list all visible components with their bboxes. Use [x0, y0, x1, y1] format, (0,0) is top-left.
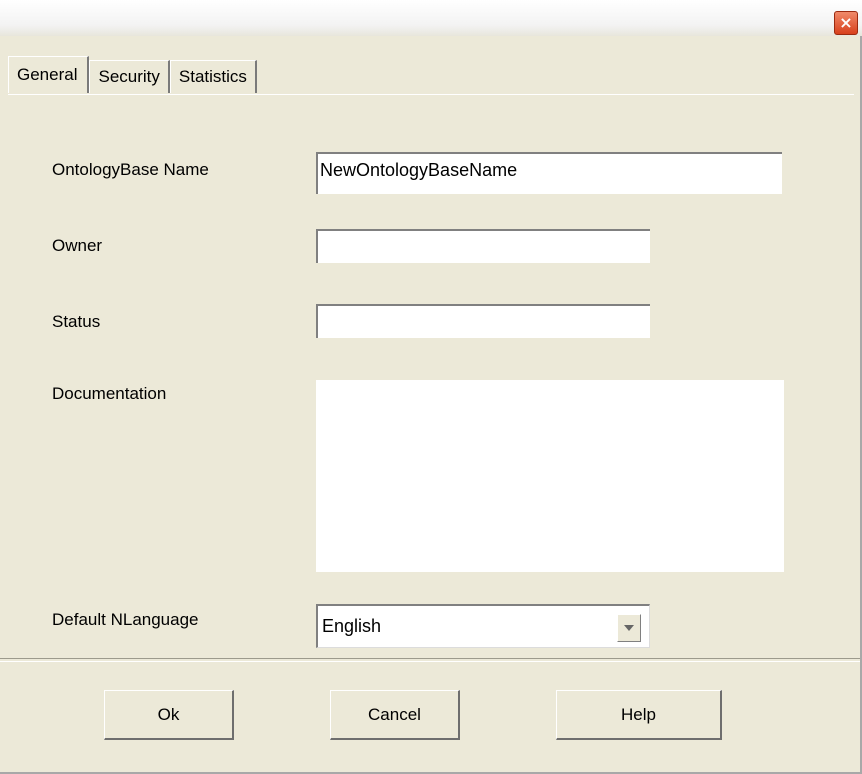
- default-nlanguage-value: English: [322, 616, 382, 636]
- tab-statistics-label: Statistics: [178, 67, 247, 86]
- tab-security-label: Security: [98, 67, 160, 86]
- close-button[interactable]: ×: [834, 11, 858, 35]
- tab-statistics[interactable]: Statistics: [169, 60, 257, 93]
- chevron-down-icon: [624, 625, 634, 631]
- dropdown-button[interactable]: [617, 614, 641, 642]
- ok-button[interactable]: Ok: [104, 690, 234, 740]
- button-separator: [0, 658, 860, 662]
- dialog-window: × General Security Statistics OntologyBa…: [0, 0, 862, 774]
- owner-label: Owner: [52, 236, 103, 255]
- ontologybase-name-label: OntologyBase Name: [52, 160, 209, 179]
- ontologybase-name-input[interactable]: NewOntologyBaseName: [316, 152, 782, 194]
- help-button[interactable]: Help: [556, 690, 722, 740]
- title-bar[interactable]: ×: [0, 0, 862, 36]
- documentation-label: Documentation: [52, 384, 167, 403]
- tab-general[interactable]: General: [8, 56, 90, 93]
- status-input[interactable]: [316, 304, 650, 338]
- tab-bar: General Security Statistics: [8, 56, 257, 94]
- default-nlanguage-select[interactable]: English: [316, 604, 650, 648]
- tab-security[interactable]: Security: [89, 60, 170, 93]
- documentation-textarea[interactable]: [316, 380, 784, 572]
- default-nlanguage-label: Default NLanguage: [52, 610, 199, 629]
- owner-input[interactable]: [316, 229, 650, 263]
- status-label: Status: [52, 312, 101, 331]
- cancel-button[interactable]: Cancel: [330, 690, 460, 740]
- close-icon: ×: [839, 13, 853, 32]
- tab-general-label: General: [17, 65, 78, 84]
